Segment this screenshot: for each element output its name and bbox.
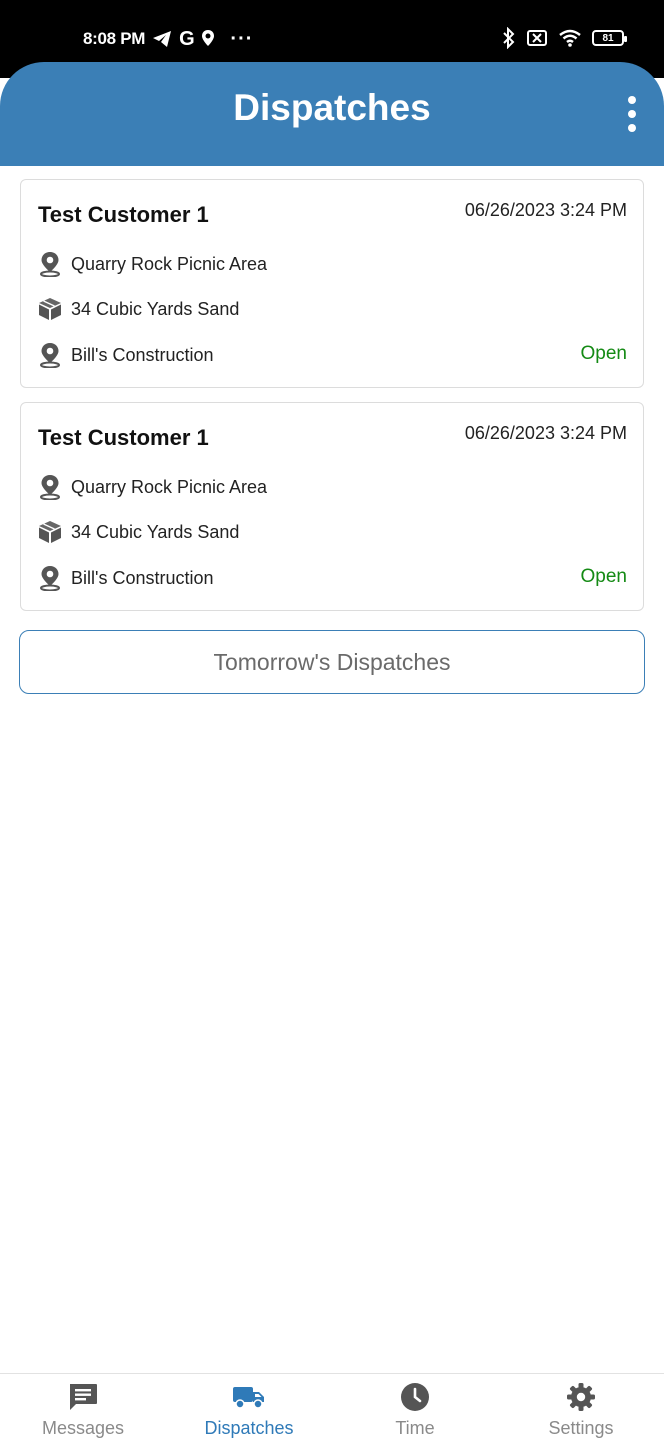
map-pin-icon: [37, 565, 63, 591]
overflow-menu-icon[interactable]: [622, 96, 642, 132]
location-row: Quarry Rock Picnic Area: [37, 473, 267, 501]
more-notifications-icon: ···: [230, 27, 254, 50]
location-pin-icon: [201, 29, 215, 49]
box-icon: [37, 519, 63, 545]
menu-dot: [628, 96, 636, 104]
map-pin-icon: [37, 342, 63, 368]
nav-label: Time: [395, 1418, 435, 1438]
box-icon: [37, 296, 63, 322]
customer-name: Test Customer 1: [38, 425, 209, 450]
map-pin-icon: [37, 474, 63, 500]
nav-item-messages[interactable]: Messages: [0, 1374, 166, 1440]
truck-icon: [232, 1381, 266, 1413]
dispatch-datetime: 06/26/2023 3:24 PM: [464, 423, 627, 443]
bottom-nav: Messages Dispatches Time Settings: [0, 1373, 664, 1440]
supplier-text: Bill's Construction: [71, 567, 214, 588]
location-text: Quarry Rock Picnic Area: [71, 476, 268, 497]
status-badge: Open: [580, 343, 627, 364]
material-text: 34 Cubic Yards Sand: [71, 298, 240, 319]
clock-icon: [398, 1381, 432, 1413]
location-row: Quarry Rock Picnic Area: [37, 250, 267, 278]
material-row: 34 Cubic Yards Sand: [37, 295, 239, 323]
wifi-icon: [558, 28, 582, 48]
message-icon: [66, 1381, 100, 1413]
status-time: 8:08 PM: [83, 29, 146, 48]
tomorrows-dispatches-button[interactable]: Tomorrow's Dispatches: [19, 630, 645, 694]
customer-name: Test Customer 1: [38, 202, 209, 227]
menu-dot: [628, 124, 636, 132]
screen: 8:08 PM G ··· 81 Dispatches Test Custome…: [0, 0, 664, 1440]
dispatch-card[interactable]: Test Customer 1 06/26/2023 3:24 PM Quarr…: [20, 402, 644, 611]
battery-icon: 81: [592, 30, 627, 46]
google-icon: G: [179, 27, 195, 50]
nav-item-dispatches[interactable]: Dispatches: [166, 1374, 332, 1440]
dispatch-card[interactable]: Test Customer 1 06/26/2023 3:24 PM Quarr…: [20, 179, 644, 388]
material-text: 34 Cubic Yards Sand: [71, 521, 240, 542]
nav-item-time[interactable]: Time: [332, 1374, 498, 1440]
dispatch-datetime: 06/26/2023 3:24 PM: [464, 200, 627, 220]
menu-dot: [628, 110, 636, 118]
material-row: 34 Cubic Yards Sand: [37, 518, 239, 546]
telegram-icon: [152, 30, 172, 48]
nav-label: Settings: [548, 1418, 614, 1438]
nav-item-settings[interactable]: Settings: [498, 1374, 664, 1440]
supplier-text: Bill's Construction: [71, 344, 214, 365]
status-left: 8:08 PM G ···: [83, 26, 253, 52]
nav-label: Dispatches: [204, 1418, 294, 1438]
app-header: Dispatches: [0, 62, 664, 166]
nav-label: Messages: [41, 1418, 125, 1438]
map-pin-icon: [37, 251, 63, 277]
page-title: Dispatches: [233, 87, 431, 128]
gear-icon: [564, 1381, 598, 1413]
supplier-row: Bill's Construction: [37, 341, 214, 369]
status-badge: Open: [580, 566, 627, 587]
bluetooth-icon: [502, 27, 516, 49]
supplier-row: Bill's Construction: [37, 564, 214, 592]
location-text: Quarry Rock Picnic Area: [71, 253, 268, 274]
status-right: 81: [502, 24, 627, 52]
no-sim-icon: [526, 28, 548, 48]
